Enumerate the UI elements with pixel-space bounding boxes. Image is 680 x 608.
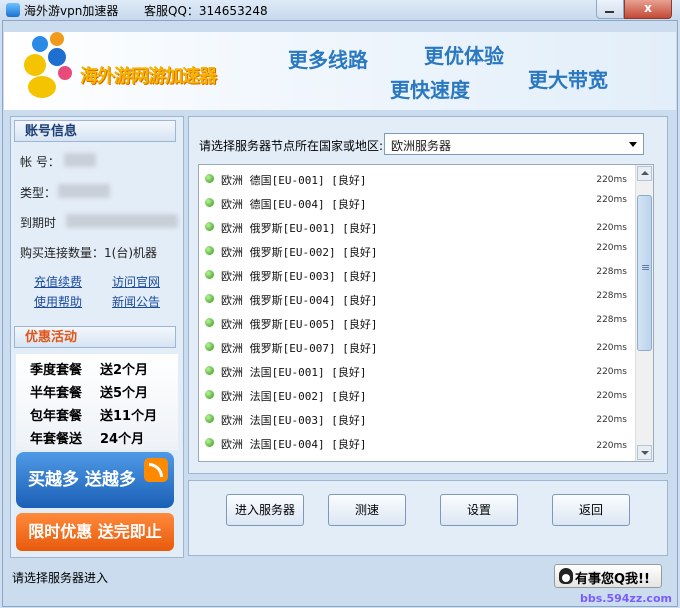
account-info-heading: 账号信息 <box>14 120 176 142</box>
server-row[interactable]: 欧洲 俄罗斯[EU-002] [良好] 220ms <box>199 239 637 263</box>
server-row[interactable]: 欧洲 俄罗斯[EU-005] [良好] 228ms <box>199 311 637 335</box>
promo-row: 年套餐送 24个月 <box>30 432 145 447</box>
app-icon <box>6 3 20 17</box>
status-ok-icon <box>205 246 214 255</box>
status-ok-icon <box>205 414 214 423</box>
server-row[interactable]: 欧洲 法国[EU-003] [良好] 220ms <box>199 407 637 431</box>
recharge-link[interactable]: 充值续费 <box>34 273 82 290</box>
type-value-redacted <box>58 184 110 198</box>
server-row[interactable]: 欧洲 法国[EU-004] [良好] 220ms <box>199 431 637 455</box>
server-row[interactable]: 欧洲 德国[EU-004] [良好] 220ms <box>199 191 637 215</box>
official-site-link[interactable]: 访问官网 <box>112 273 160 290</box>
promo-banner-buy-more[interactable]: 买越多 送越多 <box>16 452 174 508</box>
status-ok-icon <box>205 270 214 279</box>
status-ok-icon <box>205 294 214 303</box>
status-ok-icon <box>205 198 214 207</box>
server-list-scrollbar[interactable] <box>635 165 653 461</box>
status-ok-icon <box>205 342 214 351</box>
logo-icon <box>22 32 82 102</box>
server-row[interactable]: 欧洲 法国[EU-002] [良好] 220ms <box>199 383 637 407</box>
expiry-value-redacted <box>66 214 178 228</box>
scroll-down-icon[interactable] <box>637 445 652 460</box>
status-ok-icon <box>205 318 214 327</box>
rss-icon <box>144 458 168 482</box>
scroll-thumb[interactable] <box>637 195 652 351</box>
status-ok-icon <box>205 366 214 375</box>
status-ok-icon <box>205 222 214 231</box>
slogan-more-bandwidth: 更大带宽 <box>528 68 608 92</box>
news-link[interactable]: 新闻公告 <box>112 293 160 310</box>
status-ok-icon <box>205 174 214 183</box>
promo-row: 半年套餐 送5个月 <box>30 386 149 401</box>
status-ok-icon <box>205 390 214 399</box>
server-row[interactable]: 欧洲 俄罗斯[EU-007] [良好] 220ms <box>199 335 637 359</box>
slogan-better-experience: 更优体验 <box>424 44 504 68</box>
region-selected-value: 欧洲服务器 <box>391 139 452 153</box>
support-qq-label: 客服QQ：314653248 <box>144 4 268 18</box>
close-icon: x <box>644 1 652 15</box>
account-label: 帐 号： <box>20 155 60 169</box>
region-dropdown[interactable]: 欧洲服务器 <box>384 133 644 155</box>
slogan-faster-speed: 更快速度 <box>390 78 470 102</box>
window-title: 海外游vpn加速器 <box>24 4 119 18</box>
qq-penguin-icon <box>559 568 573 584</box>
status-text: 请选择服务器进入 <box>12 571 109 585</box>
promo-row: 季度套餐 送2个月 <box>30 363 149 378</box>
speed-test-button[interactable]: 测速 <box>328 494 406 526</box>
back-button[interactable]: 返回 <box>552 494 630 526</box>
watermark: bbs.594zz.com <box>580 592 672 605</box>
account-value-redacted <box>64 153 96 167</box>
expiry-label: 到期时 <box>20 216 57 230</box>
promo-heading: 优惠活动 <box>14 326 176 348</box>
status-ok-icon <box>205 438 214 447</box>
scroll-up-icon[interactable] <box>637 166 652 181</box>
server-row[interactable]: 欧洲 俄罗斯[EU-004] [良好] 228ms <box>199 287 637 311</box>
logo-text: 海外游网游加速器 <box>80 66 217 87</box>
server-row[interactable]: 欧洲 俄罗斯[EU-003] [良好] 228ms <box>199 263 637 287</box>
type-label: 类型： <box>20 186 57 200</box>
server-row[interactable]: 欧洲 德国[EU-001] [良好] 220ms <box>199 167 637 191</box>
contact-qq-button[interactable]: 有事您Q我!! <box>554 564 662 588</box>
settings-button[interactable]: 设置 <box>440 494 518 526</box>
region-label: 请选择服务器节点所在国家或地区: <box>199 139 384 153</box>
server-row[interactable]: 欧洲 俄罗斯[EU-001] [良好] 220ms <box>199 215 637 239</box>
server-list[interactable]: 欧洲 德国[EU-001] [良好] 220ms 欧洲 德国[EU-004] [良… <box>198 164 654 462</box>
chevron-down-icon <box>629 142 637 147</box>
slogan-more-routes: 更多线路 <box>288 48 368 72</box>
help-link[interactable]: 使用帮助 <box>34 293 82 310</box>
promo-row: 包年套餐 送11个月 <box>30 409 158 424</box>
close-button[interactable]: x <box>624 0 672 19</box>
minimize-button[interactable] <box>596 0 624 19</box>
promo-banner-limited[interactable]: 限时优惠 送完即止 <box>16 513 174 551</box>
server-row[interactable]: 欧洲 法国[EU-001] [良好] 220ms <box>199 359 637 383</box>
connection-count: 购买连接数量：1(台)机器 <box>20 246 157 260</box>
enter-server-button[interactable]: 进入服务器 <box>226 494 304 526</box>
